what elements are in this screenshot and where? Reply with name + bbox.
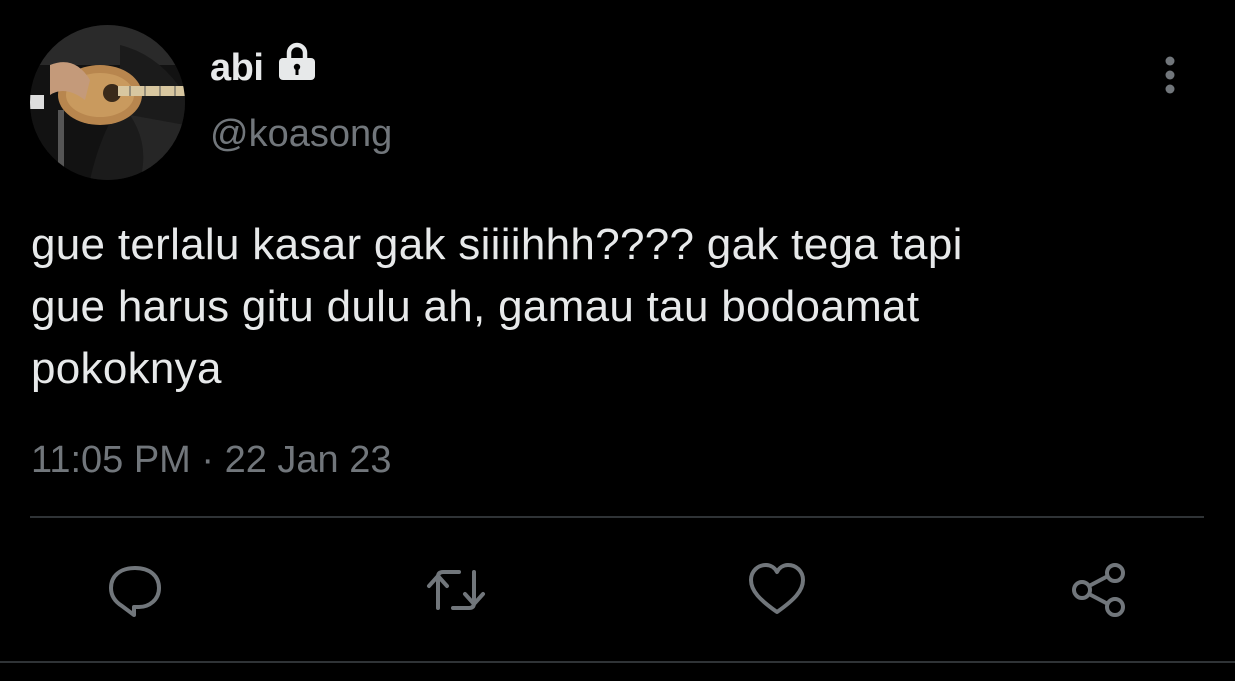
more-vertical-icon[interactable] [1150,52,1190,98]
like-button[interactable] [746,559,808,621]
tweet-timestamp[interactable]: 11:05 PM · 22 Jan 23 [31,438,392,482]
retweet-icon [427,570,485,610]
tweet-text: gue terlalu kasar gak siiiihhh???? gak t… [31,220,963,393]
display-name[interactable]: abi [210,46,264,90]
user-handle[interactable]: @koasong [210,112,392,156]
retweet-button[interactable] [425,559,487,621]
lock-icon [279,42,315,80]
avatar-image [30,25,185,180]
divider [30,516,1204,518]
share-button[interactable] [1068,559,1130,621]
avatar[interactable] [30,25,185,180]
reply-button[interactable] [104,559,166,621]
reply-icon [109,566,161,617]
divider-bottom [0,661,1235,663]
share-icon [1072,563,1125,617]
heart-icon [749,563,805,614]
